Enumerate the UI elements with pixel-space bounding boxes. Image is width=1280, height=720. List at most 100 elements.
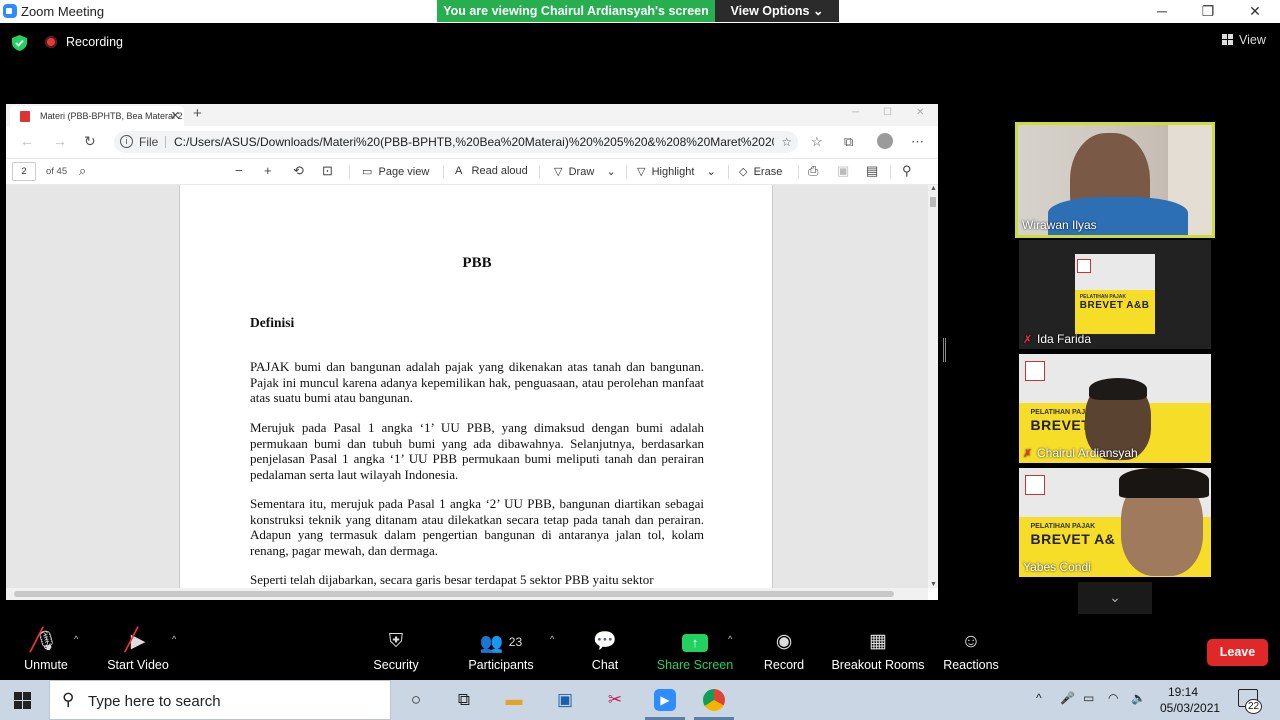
page-view-icon: ▭	[362, 166, 373, 178]
toolbar-divider	[890, 165, 891, 179]
video-options-chevron-icon[interactable]: ^	[172, 634, 176, 644]
volume-icon[interactable]: 🔈	[1131, 691, 1146, 705]
read-aloud-button[interactable]: A Read aloud	[455, 165, 528, 177]
cortana-icon[interactable]: ○	[405, 689, 427, 711]
favorites-icon[interactable]: ☆	[811, 134, 823, 150]
participant-tile[interactable]: PELATIHAN PAJAK BREVET ✗ Chairul Ardiansy…	[1019, 354, 1211, 463]
chat-button[interactable]: 💬 Chat	[588, 630, 622, 672]
save-icon[interactable]: ▣	[837, 163, 849, 179]
encryption-shield-icon[interactable]	[12, 35, 27, 51]
vertical-scrollbar[interactable]: ▲ ▼	[928, 185, 938, 588]
browser-maximize-icon[interactable]: ☐	[883, 107, 892, 118]
security-button[interactable]: ⛨ Security	[370, 630, 422, 672]
start-video-button[interactable]: ▶ ╱ Start Video	[104, 628, 172, 673]
search-placeholder: Type here to search	[88, 693, 221, 710]
horizontal-scrollbar[interactable]	[6, 588, 928, 600]
page-total: of 45	[46, 166, 68, 177]
zoom-app-icon[interactable]: ▶	[654, 689, 676, 711]
back-icon[interactable]: ←	[20, 133, 34, 149]
browser-minimize-icon[interactable]: ─	[852, 107, 859, 118]
zoom-out-icon[interactable]: −	[235, 163, 243, 178]
participants-options-chevron-icon[interactable]: ^	[550, 634, 554, 644]
wifi-icon[interactable]: ◠	[1108, 691, 1118, 705]
print-icon[interactable]: ⎙	[808, 163, 818, 179]
participant-name: Chairul Ardiansyah	[1037, 446, 1138, 460]
refresh-icon[interactable]: ↻	[84, 133, 96, 150]
read-aloud-label: Read aloud	[471, 165, 528, 177]
breakout-rooms-button[interactable]: ▦ Breakout Rooms	[830, 630, 926, 672]
scroll-thumb[interactable]	[930, 197, 936, 207]
eraser-icon: ◇	[739, 166, 748, 178]
share-options-chevron-icon[interactable]: ^	[728, 634, 732, 644]
leave-button[interactable]: Leave	[1207, 639, 1268, 666]
forward-icon[interactable]: →	[53, 133, 67, 149]
task-view-icon[interactable]: ⧉	[453, 689, 475, 711]
find-icon[interactable]: ⌕	[79, 163, 86, 179]
participant-name-row: ✗ Chairul Ardiansyah	[1023, 446, 1138, 460]
maximize-button[interactable]: ❐	[1185, 0, 1231, 23]
participants-icon: 👥 23	[479, 633, 523, 654]
participant-tile[interactable]: Wirawan Ilyas	[1015, 122, 1215, 238]
url-field[interactable]: i File C:/Users/ASUS/Downloads/Materi%20…	[114, 131, 798, 153]
recording-label: Recording	[66, 35, 123, 49]
view-button[interactable]: View	[1222, 33, 1266, 47]
pin-toolbar-icon[interactable]: ⚲	[902, 163, 912, 179]
record-button[interactable]: ◉ Record	[762, 630, 806, 672]
rotate-icon[interactable]: ⟲	[293, 163, 304, 179]
info-icon[interactable]: i	[120, 135, 133, 148]
erase-button[interactable]: ◇ Erase	[739, 165, 782, 178]
browser-close-icon[interactable]: ✕	[916, 107, 924, 118]
windows-start-icon[interactable]	[14, 692, 31, 709]
profile-avatar[interactable]	[877, 133, 893, 149]
close-tab-icon[interactable]: ✕	[171, 106, 180, 126]
draw-button[interactable]: ▽ Draw ⌄	[554, 165, 616, 178]
more-icon[interactable]: ⋯	[911, 134, 924, 150]
file-explorer-icon[interactable]: ▬	[503, 689, 525, 711]
zoom-logo-icon	[3, 4, 17, 18]
reactions-button[interactable]: ☺ Reactions	[942, 630, 1000, 672]
chrome-icon[interactable]	[703, 689, 725, 711]
participant-tile[interactable]: PELATIHAN PAJAK BREVET A&B ✗ Ida Farida	[1019, 240, 1211, 349]
poster-logo	[1024, 474, 1045, 495]
view-options-button[interactable]: View Options ⌄	[715, 0, 839, 22]
battery-icon[interactable]: ▭	[1083, 691, 1094, 705]
zoom-in-icon[interactable]: +	[264, 163, 272, 178]
show-hidden-icons-icon[interactable]: ^	[1036, 691, 1042, 705]
minimize-button[interactable]: ─	[1139, 0, 1185, 23]
notification-count-badge: 22	[1245, 699, 1262, 714]
section-heading: Definisi	[250, 315, 295, 330]
scroll-thumb[interactable]	[14, 591, 894, 597]
snipping-tool-icon[interactable]: ✂	[604, 689, 626, 711]
participant-count: 23	[508, 635, 523, 649]
scroll-participants-down-icon[interactable]: ⌄	[1078, 582, 1152, 614]
save-as-icon[interactable]: ▤	[866, 163, 878, 179]
paragraph: Merujuk pada Pasal 1 angka ‘1’ UU PBB, y…	[250, 420, 704, 482]
start-video-label: Start Video	[107, 658, 169, 672]
participant-tile[interactable]: PELATIHAN PAJAK BREVET A& Yabes Condi	[1019, 468, 1211, 577]
app-window-icon[interactable]: ▣	[554, 689, 576, 711]
browser-tab[interactable]: Materi (PBB-BPHTB, Bea Materai 2 ✕	[10, 106, 184, 126]
page-view-button[interactable]: ▭ Page view	[362, 165, 429, 178]
new-tab-icon[interactable]: +	[193, 105, 202, 122]
fit-page-icon[interactable]: ⊡	[322, 163, 333, 179]
participants-button[interactable]: 👥 23 Participants	[466, 630, 536, 672]
viewing-screen-banner: You are viewing Chairul Ardiansyah's scr…	[437, 0, 715, 22]
read-aloud-icon: A	[455, 165, 463, 177]
scroll-up-icon[interactable]: ▲	[930, 185, 937, 192]
share-screen-button[interactable]: ↑ Share Screen	[656, 630, 734, 672]
microphone-icon[interactable]: 🎤	[1060, 691, 1075, 705]
page-number-input[interactable]: 2	[12, 162, 36, 181]
unmute-button[interactable]: 🎙 ╱ Unmute	[22, 628, 70, 673]
favorite-icon[interactable]: ☆	[781, 131, 792, 153]
scroll-down-icon[interactable]: ▼	[930, 581, 937, 588]
highlight-button[interactable]: ▽ Highlight ⌄	[637, 165, 716, 178]
audio-options-chevron-icon[interactable]: ^	[74, 634, 78, 644]
close-button[interactable]: ✕	[1232, 0, 1278, 23]
taskbar-clock[interactable]: 19:14 05/03/2021	[1160, 684, 1220, 716]
windows-taskbar: ⚲ Type here to search ○ ⧉ ▬ ▣ ✂ ▶ ^ 🎤 ▭ …	[0, 680, 1280, 720]
collections-icon[interactable]: ⧉	[844, 134, 853, 150]
panel-resize-handle[interactable]	[943, 338, 946, 362]
toolbar-divider	[798, 165, 799, 179]
pdf-viewport[interactable]: PBB Definisi PAJAK bumi dan bangunan ada…	[6, 185, 938, 588]
taskbar-search-field[interactable]: ⚲ Type here to search	[49, 680, 391, 720]
